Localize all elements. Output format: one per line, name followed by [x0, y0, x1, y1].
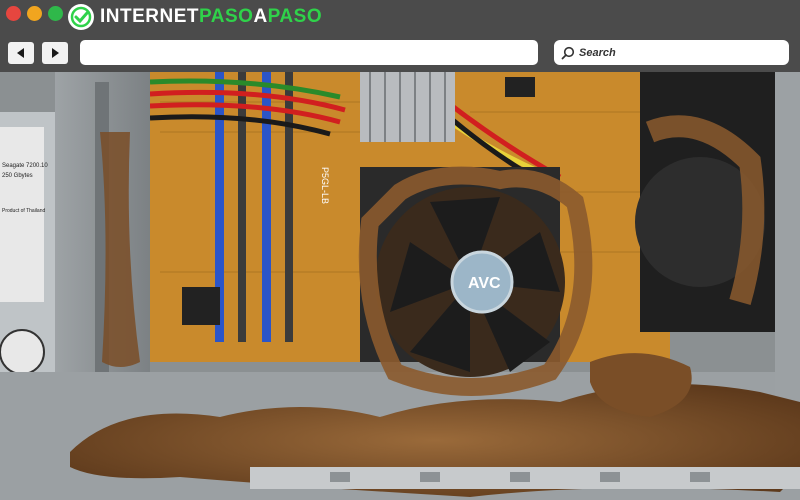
drive-cert-mark [0, 329, 45, 375]
search-field[interactable]: Search [554, 40, 789, 65]
search-placeholder: Search [579, 46, 616, 59]
northbridge-heatsink [360, 72, 455, 142]
triangle-left-icon [17, 48, 24, 58]
back-button[interactable] [8, 42, 34, 64]
triangle-right-icon [52, 48, 59, 58]
site-brand-text: INTERNETPASOAPASO [100, 6, 323, 27]
drive-text-3: Product of Thailand [2, 208, 45, 214]
browser-window: INTERNETPASOAPASO Search Seagate 7200.10… [0, 0, 800, 500]
maximize-window-button[interactable] [48, 6, 63, 21]
logo-icon [68, 4, 94, 30]
board-ic [505, 77, 535, 97]
title-bar: INTERNETPASOAPASO [0, 0, 800, 34]
drive-text-1: Seagate 7200.10 [2, 163, 48, 169]
minimize-window-button[interactable] [27, 6, 42, 21]
close-window-button[interactable] [6, 6, 21, 21]
drive-text-2: 250 Gbytes [2, 173, 33, 179]
drive-label [0, 127, 44, 302]
board-model-label: P5GL-LB [320, 167, 330, 204]
io-chip [182, 287, 220, 325]
magnifier-icon [561, 46, 575, 59]
dusty-computer-photo: Seagate 7200.10 250 Gbytes Product of Th… [0, 70, 800, 500]
fan-label: AVC [468, 275, 501, 292]
navigation-bar: Search [0, 34, 800, 72]
forward-button[interactable] [42, 42, 68, 64]
site-logo: INTERNETPASOAPASO [68, 2, 322, 32]
address-bar[interactable] [80, 40, 538, 65]
